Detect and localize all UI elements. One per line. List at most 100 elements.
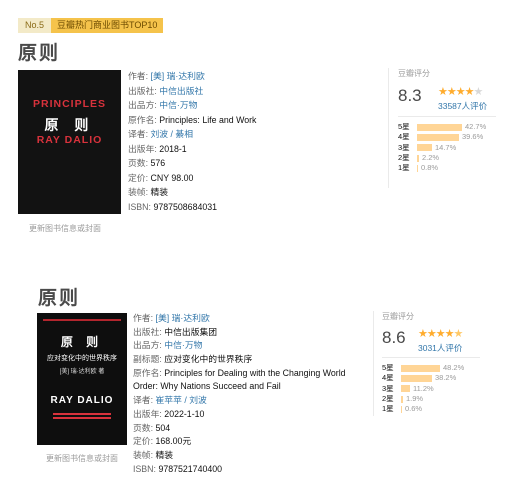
info-label: 出版社: [128,85,157,96]
info-original-cont-row: Order: Why Nations Succeed and Fail [133,380,346,394]
info-label: 副标题: [133,354,162,365]
rating-distribution: 5星 42.7% 4星 39.6% 3星 14.7% 2星 2.2% 1星 0.8% [398,122,486,173]
rating-dist-row: 1星 0.6% [382,404,464,414]
book1-info: 作者: [美] 瑞·达利欧 出版社: 中信出版社 出品方: 中信·万物 原作名:… [128,69,256,214]
publisher-name: 中信出版集团 [164,326,218,337]
rating-percent: 14.7% [435,142,457,152]
cover-cn-title: 原 则 [60,335,104,349]
info-label: 装帧: [128,187,149,197]
info-label: 出品方: [128,100,157,110]
rating-percent: 0.8% [421,163,439,173]
info-label: 原作名: [128,114,157,125]
info-label: 译者: [128,129,149,139]
rating-dist-row: 1星 0.8% [398,163,486,173]
rating-dist-row: 3星 14.7% [398,143,486,153]
rating-percent: 38.2% [435,373,457,383]
book2-update-cover-link[interactable]: 更新图书信息或封面 [46,453,118,464]
info-publisher-row: 出版社: 中信出版集团 [133,326,346,340]
producer-link[interactable]: 中信·万物 [159,100,197,110]
rating-bar [417,133,459,141]
rating-star-label: 3星 [398,142,410,152]
subtitle: 应对变化中的世界秩序 [164,354,253,365]
info-label: 出版年: [133,408,162,419]
rating-star-label: 2星 [398,152,410,162]
binding: 精装 [155,449,174,460]
rating-label: 豆瓣评分 [398,69,430,78]
rating-star-label: 1星 [382,404,394,414]
author-link[interactable]: [美] 瑞·达利欧 [151,71,205,81]
info-label: 装帧: [133,449,154,460]
rating-bar [417,164,418,172]
price: CNY 98.00 [150,172,194,183]
original-title-cont: Order: Why Nations Succeed and Fail [133,381,281,392]
rating-dist-row: 2星 2.2% [398,153,486,163]
rating-percent: 11.2% [413,383,434,393]
rating-star-label: 1星 [398,163,410,173]
info-subtitle-row: 副标题: 应对变化中的世界秩序 [133,353,346,367]
rating-dist-row: 5星 42.7% [398,122,486,132]
info-label: 页数: [128,158,149,168]
price: 168.00元 [155,436,192,447]
info-year-row: 出版年: 2022-1-10 [133,408,346,422]
isbn: 9787508684031 [153,201,218,212]
info-label: ISBN: [133,463,156,474]
rating-star-label: 4星 [398,132,410,142]
book1-update-cover-link[interactable]: 更新图书信息或封面 [29,223,101,234]
top10-badge[interactable]: No.5 豆瓣热门商业图书TOP10 [18,18,164,33]
book2-title: 原则 [38,288,81,309]
info-label: 出版社: [133,326,162,337]
rating-bar [417,123,462,131]
book2-cover[interactable]: 原 则 应对变化中的世界秩序 [美] 瑞·达利欧 著 RAY DALIO [37,313,127,445]
book1-cover[interactable]: PRINCIPLES 原 则 RAY DALIO [18,70,121,214]
info-label: ISBN: [128,201,151,212]
original-title: Principles: Life and Work [159,114,257,125]
info-label: 译者: [133,395,154,406]
info-author-row: 作者: [美] 瑞·达利欧 [128,69,256,84]
rating-bar [417,144,432,152]
rating-dist-row: 3星 11.2% [382,384,464,394]
publisher-link[interactable]: 中信出版社 [159,86,203,96]
translator-link[interactable]: 崔苹苹 / 刘波 [156,395,207,405]
book1-title: 原则 [18,43,61,64]
rating-score: 8.3 [398,86,422,105]
info-translator-row: 译者: 崔苹苹 / 刘波 [133,394,346,408]
info-label: 定价: [133,436,154,447]
page-count: 504 [155,422,171,433]
rating-star-label: 4星 [382,373,394,383]
rating-dist-row: 4星 38.2% [382,373,464,383]
rating-percent: 0.6% [405,404,423,414]
info-isbn-row: ISBN: 9787508684031 [128,200,256,215]
info-binding-row: 装帧: 精装 [133,449,346,463]
rating-bar [417,154,419,162]
rating-count-link[interactable]: 33587人评价 [438,100,487,112]
rating-percent: 2.2% [422,152,440,162]
rating-dist-row: 5星 48.2% [382,363,464,373]
info-producer-row: 出品方: 中信·万物 [133,339,346,353]
book1-rating: 豆瓣评分 8.3 ★★★★★ 33587人评价 5星 42.7% 4星 39.6% 3星… [398,68,508,188]
rating-star-label: 5星 [382,363,394,372]
cover-author-en: RAY DALIO [50,395,114,406]
translator-link[interactable]: 刘波 / 綦相 [151,129,194,139]
author-link[interactable]: [美] 瑞·达利欧 [156,313,210,323]
cover-subtitle: 应对变化中的世界秩序 [47,355,117,362]
producer-link[interactable]: 中信·万物 [164,340,202,350]
info-label: 出版年: [128,143,157,154]
cover-top-stripe [43,319,121,321]
rating-star-label: 2星 [382,393,394,403]
original-title: Principles for Dealing with the Changing… [164,367,346,378]
cover-en-title: PRINCIPLES [32,98,106,110]
rating-dist-row: 4星 39.6% [398,132,486,142]
rating-score: 8.6 [382,328,406,347]
info-price-row: 定价: CNY 98.00 [128,171,256,186]
rating-divider [373,311,374,416]
rating-bar [401,374,432,382]
rating-percent: 48.2% [443,363,465,372]
rating-percent: 42.7% [465,122,487,131]
rating-percent: 1.9% [406,393,424,403]
page-count: 576 [150,158,166,168]
rating-stars-icon: ★★★★★ [418,328,463,340]
info-isbn-row: ISBN: 9787521740400 [133,463,346,477]
badge-rank: No.5 [18,18,52,33]
rating-count-link[interactable]: 3031人评价 [418,342,462,354]
rating-bar [401,405,402,413]
